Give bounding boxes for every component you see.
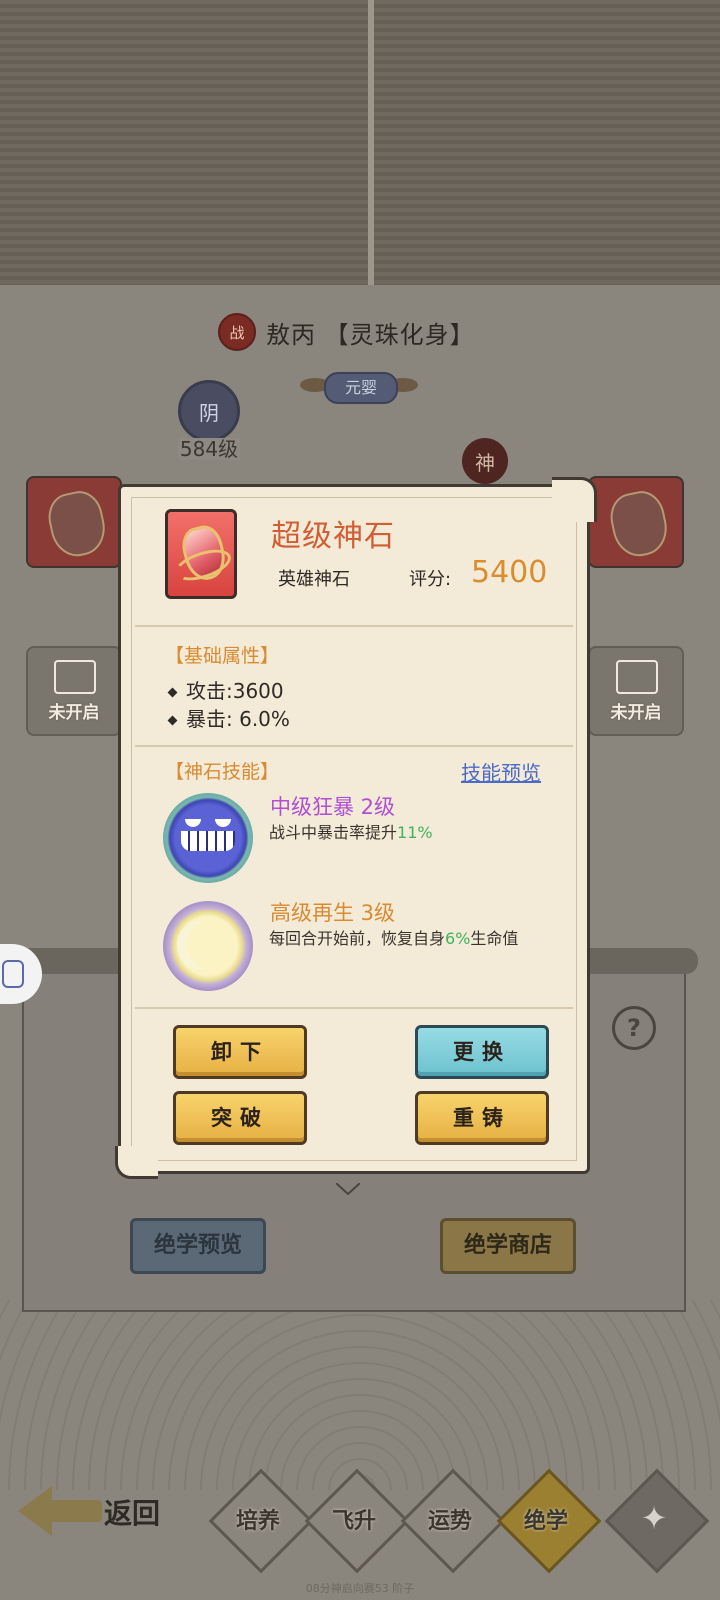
locked-label: 未开启 — [48, 703, 100, 723]
locked-slot-left[interactable]: 未开启 — [26, 646, 122, 736]
battle-badge-icon: 战 — [218, 313, 256, 351]
gem-icon — [605, 487, 673, 561]
hero-name: 敖丙 【灵珠化身】 — [266, 320, 475, 349]
tab-fortune[interactable]: 运势 — [400, 1468, 506, 1574]
skill-name: 高级再生 3级 — [270, 901, 396, 925]
skills-preview-link[interactable]: 技能预览 — [461, 757, 541, 786]
scroll-curl — [115, 1146, 158, 1179]
item-type: 英雄神石 — [278, 569, 350, 590]
divine-stone-icon — [165, 509, 237, 599]
hero-header: 战 敖丙 【灵珠化身】 — [218, 313, 475, 351]
tab-label: 培养 — [235, 1509, 280, 1534]
bottom-nav: 返回 培养 飞升 运势 绝学 ✦ — [0, 1462, 720, 1582]
tab-label: 运势 — [427, 1509, 472, 1534]
score-label: 评分: — [409, 569, 452, 590]
berserk-skill-icon[interactable] — [163, 793, 253, 883]
skill-shop-button[interactable]: 绝学商店 — [440, 1218, 576, 1274]
divider — [135, 625, 573, 627]
curtain-seam — [368, 0, 374, 285]
recast-button[interactable]: 重铸 — [415, 1091, 549, 1145]
tab-skills[interactable]: 绝学 — [496, 1468, 602, 1574]
score-value: 5400 — [471, 555, 548, 590]
skill-desc: 每回合开始前，恢复自身6%生命值 — [269, 929, 519, 948]
lock-box-icon — [616, 660, 658, 694]
back-arrow-icon[interactable] — [18, 1486, 102, 1536]
tab-ascend[interactable]: 飞升 — [304, 1468, 410, 1574]
yin-level-text: 584级 — [178, 437, 240, 461]
scrolling-ticker: 08分神启向赛53 阶子 — [305, 1582, 415, 1595]
four-point-star-icon: ✦ — [640, 1499, 668, 1537]
gem-slot-left[interactable] — [26, 476, 122, 568]
item-name: 超级神石 — [271, 519, 395, 554]
attr-row: 暴击: 6.0% — [167, 703, 290, 732]
tab-label: 飞升 — [331, 1509, 376, 1534]
attr-label: 攻击:3600 — [186, 679, 284, 703]
gem-slot-right[interactable] — [588, 476, 684, 568]
unequip-button[interactable]: 卸下 — [173, 1025, 307, 1079]
tab-label: 绝学 — [523, 1509, 568, 1534]
skills-title: 【神石技能】 — [165, 761, 280, 783]
moon-regen-skill-icon[interactable] — [163, 901, 253, 991]
locked-label: 未开启 — [610, 703, 662, 723]
attr-row: 攻击:3600 — [167, 675, 284, 704]
realm-badge: 元婴 — [300, 368, 418, 406]
lock-box-icon — [54, 660, 96, 694]
gem-icon — [43, 487, 111, 561]
back-button[interactable]: 返回 — [104, 1492, 160, 1532]
base-attr-title: 【基础属性】 — [165, 645, 280, 667]
skill-desc: 战斗中暴击率提升11% — [269, 823, 433, 842]
divider — [135, 745, 573, 747]
yin-icon: 阴 — [178, 380, 240, 442]
yin-level: 阴 584级 — [178, 380, 240, 484]
locked-slot-right[interactable]: 未开启 — [588, 646, 684, 736]
item-detail-popup: 超级神石 英雄神石 评分: 5400 【基础属性】 攻击:3600 暴击: 6.… — [115, 477, 597, 1179]
scroll-curl — [552, 477, 597, 522]
replace-button[interactable]: 更换 — [415, 1025, 549, 1079]
shen-icon: 神 — [462, 438, 508, 484]
breakthrough-button[interactable]: 突破 — [173, 1091, 307, 1145]
divider — [135, 1007, 573, 1009]
assistant-icon — [2, 960, 24, 988]
help-button[interactable]: ? — [612, 1006, 656, 1050]
realm-label: 元婴 — [324, 372, 398, 404]
skill-preview-button[interactable]: 绝学预览 — [130, 1218, 266, 1274]
tab-more[interactable]: ✦ — [604, 1468, 710, 1574]
skill-name: 中级狂暴 2级 — [270, 795, 396, 819]
attr-label: 暴击: 6.0% — [186, 707, 290, 731]
tab-cultivate[interactable]: 培养 — [208, 1468, 314, 1574]
pointer-notch — [335, 1180, 361, 1196]
top-curtain — [0, 0, 720, 285]
